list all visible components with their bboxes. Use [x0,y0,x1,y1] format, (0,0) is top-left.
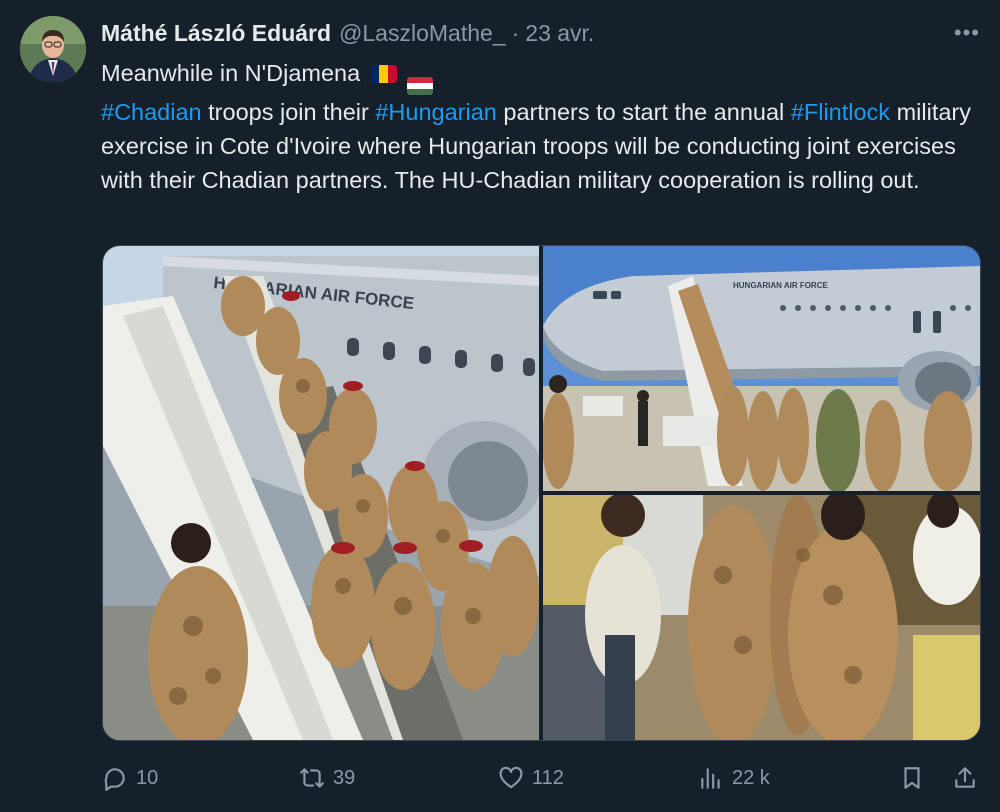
share-button[interactable] [952,760,986,796]
tweet-text-segment: troops join their [201,99,376,126]
share-icon [955,767,975,788]
tweet-text-segment: partners to start the annual [496,99,791,126]
photo-checkpoint[interactable] [543,495,980,740]
hungary-flag-icon [407,77,434,95]
reply-count: 10 [136,766,159,789]
author-name[interactable]: Máthé László Eduárd [101,20,331,47]
photo-boarding-stairs[interactable]: HUNGARIAN AIR FORCE [103,246,539,740]
media-grid: HUNGARIAN AIR FORCE HUNGARIAN AIR FORCE [102,245,981,741]
photo-aircraft-tarmac[interactable]: HUNGARIAN AIR FORCE [543,246,980,491]
author-handle[interactable]: @LaszloMathe_ [339,20,506,47]
hashtag-chadian[interactable]: #Chadian [101,99,202,125]
like-icon [499,766,523,789]
tweet-text-line1: Meanwhile in N'Djamena [101,60,361,86]
bookmark-button[interactable] [899,760,933,796]
tweet-header: Máthé László Eduárd @LaszloMathe_ · 23 a… [101,18,980,48]
retweet-button[interactable]: 39 [299,760,355,796]
tweet-actions: 10 39 112 22 k [102,760,980,796]
views-icon [701,768,720,789]
author-avatar[interactable] [20,16,86,82]
hashtag-flintlock[interactable]: #Flintlock [791,99,890,125]
retweet-count: 39 [333,766,356,789]
views-count: 22 k [732,766,770,789]
tweet-date[interactable]: 23 avr. [525,20,594,47]
more-options-icon[interactable]: ••• [944,20,980,48]
like-button[interactable]: 112 [498,760,564,796]
tweet-text: Meanwhile in N'Djamena #Chadian troops j… [101,56,981,197]
header-separator: · [511,19,520,46]
reply-icon [104,768,125,791]
chad-flag-icon [370,65,397,83]
aircraft-lettering-2: HUNGARIAN AIR FORCE [733,281,828,290]
like-count: 112 [532,766,564,789]
reply-button[interactable]: 10 [102,760,158,796]
bookmark-icon [904,767,920,789]
retweet-icon [300,768,324,788]
hashtag-hungarian[interactable]: #Hungarian [375,99,497,125]
views-button[interactable]: 22 k [698,760,770,796]
